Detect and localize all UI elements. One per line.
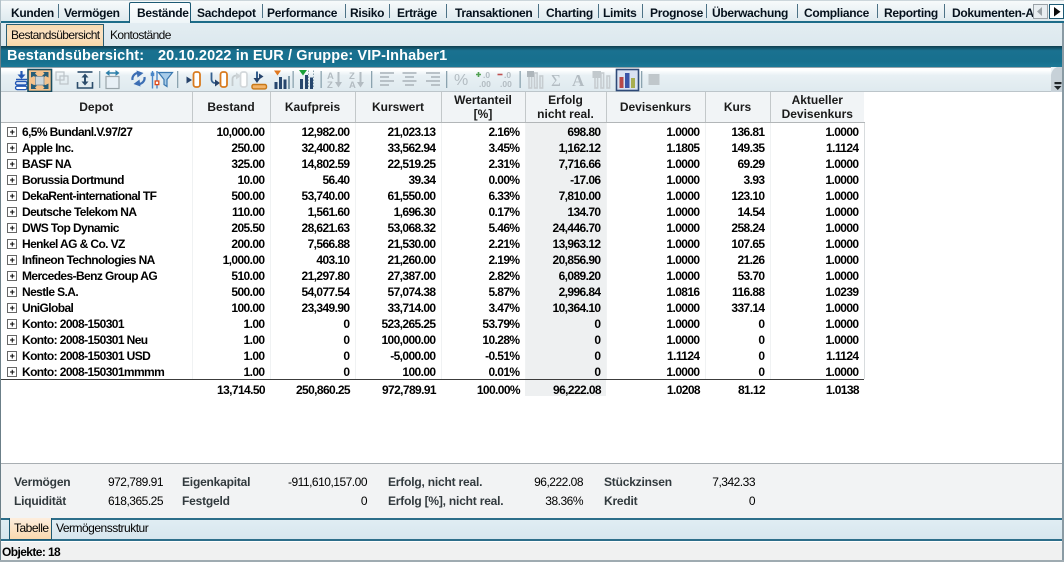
svg-text:.00: .00: [500, 79, 512, 89]
svg-text:A: A: [572, 71, 585, 90]
svg-text:Z: Z: [327, 80, 333, 91]
svg-text:Σ: Σ: [551, 71, 561, 90]
svg-text:.00: .00: [479, 79, 491, 89]
svg-text:A: A: [349, 80, 356, 91]
svg-text:%: %: [454, 72, 468, 89]
